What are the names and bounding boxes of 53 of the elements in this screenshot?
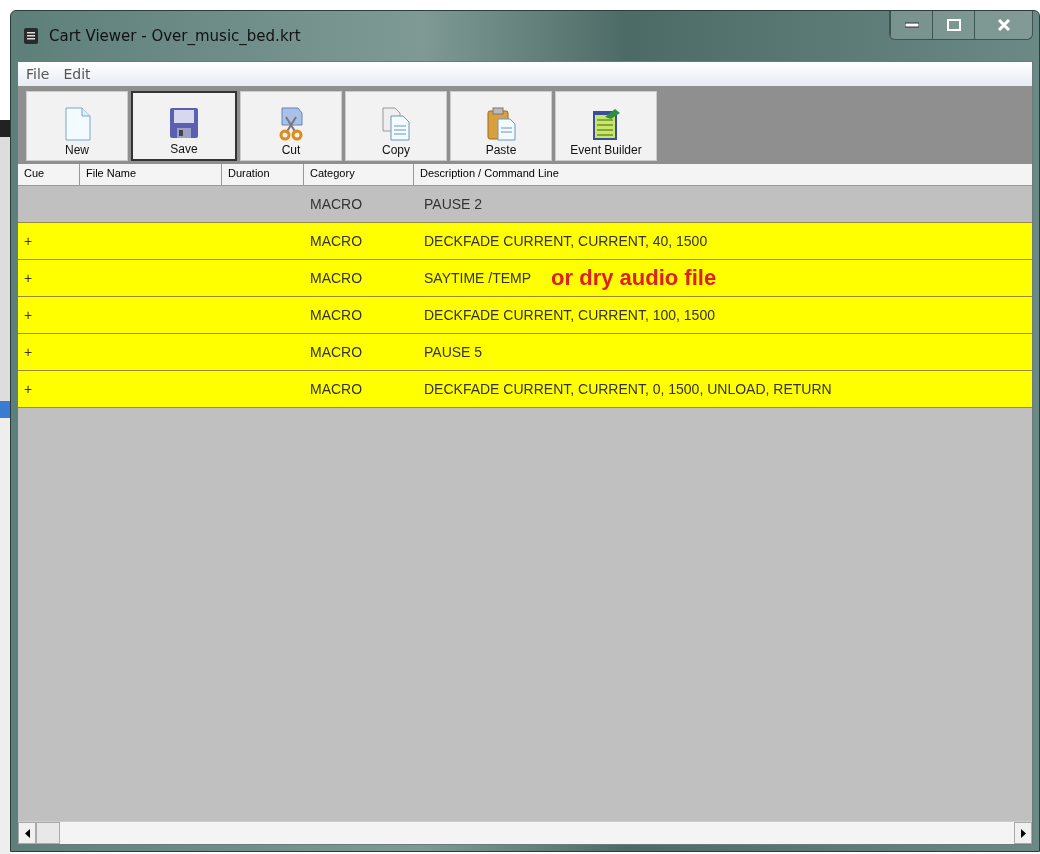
column-header[interactable]: Category	[304, 164, 414, 185]
scroll-left-button[interactable]	[18, 822, 36, 844]
close-icon	[996, 19, 1011, 31]
table-cell: MACRO	[310, 196, 363, 212]
annotation-text: or dry audio file	[551, 265, 717, 291]
toolbar-button[interactable]: Paste	[450, 91, 552, 161]
column-header[interactable]: Description / Command Line	[414, 164, 1032, 185]
table-cell: MACRO	[310, 270, 363, 286]
table-cell: +	[24, 344, 33, 360]
table-cell: +	[24, 233, 33, 249]
document-icon	[62, 107, 92, 141]
menu-item[interactable]: File	[26, 66, 50, 82]
table-cell: +	[24, 270, 33, 286]
table-row[interactable]: + MACRO DECKFADE CURRENT, CURRENT, 0, 1500, UNLOAD, RETURN	[18, 371, 1032, 408]
window-title: Cart Viewer - Over_music_bed.krt	[49, 27, 301, 45]
menu-item[interactable]: Edit	[63, 66, 91, 82]
toolbar-button[interactable]: Event Builder	[555, 91, 657, 161]
minimize-button[interactable]	[890, 11, 932, 39]
table-cell: DECKFADE CURRENT, CURRENT, 100, 1500	[424, 307, 715, 323]
toolbar-button[interactable]: Copy	[345, 91, 447, 161]
copy-icon	[381, 107, 411, 141]
app-icon	[23, 27, 39, 45]
right-arrow-icon	[1020, 828, 1026, 838]
minimize-icon	[904, 22, 919, 28]
toolbar-button[interactable]: Cut	[240, 91, 342, 161]
table-cell: +	[24, 381, 33, 397]
table-cell: SAYTIME /TEMP	[424, 270, 532, 286]
table-cell: MACRO	[310, 233, 363, 249]
toolbar-button[interactable]: Save	[131, 91, 237, 161]
table-cell: MACRO	[310, 307, 363, 323]
scroll-thumb[interactable]	[36, 822, 60, 844]
table-row[interactable]: + MACRO PAUSE 5	[18, 334, 1032, 371]
table-cell: +	[24, 307, 33, 323]
table-cell: MACRO	[310, 344, 363, 360]
close-button[interactable]	[974, 11, 1032, 39]
left-arrow-icon	[24, 828, 30, 838]
table-cell: MACRO	[310, 381, 363, 397]
maximize-icon	[946, 19, 961, 31]
column-header[interactable]: Duration	[222, 164, 304, 185]
clipboard-icon	[486, 107, 516, 141]
table-cell: PAUSE 5	[424, 344, 483, 360]
table-cell: DECKFADE CURRENT, CURRENT, 40, 1500	[424, 233, 708, 249]
table-row[interactable]: + MACRO DECKFADE CURRENT, CURRENT, 40, 1500	[18, 223, 1032, 260]
table-row[interactable]: + MACRO DECKFADE CURRENT, CURRENT, 100, 1500	[18, 297, 1032, 334]
table-cell: DECKFADE CURRENT, CURRENT, 0, 1500, UNLOAD, RETURN	[424, 381, 832, 397]
scroll-right-button[interactable]	[1014, 822, 1032, 844]
table-cell: PAUSE 2	[424, 196, 483, 212]
maximize-button[interactable]	[932, 11, 974, 39]
toolbar-button[interactable]: New	[26, 91, 128, 161]
column-header[interactable]: File Name	[80, 164, 222, 185]
table-row[interactable]: + MACRO SAYTIME /TEMP or dry audio file	[18, 260, 1032, 297]
column-header[interactable]: Cue	[18, 164, 80, 185]
list-board-icon	[591, 107, 621, 141]
